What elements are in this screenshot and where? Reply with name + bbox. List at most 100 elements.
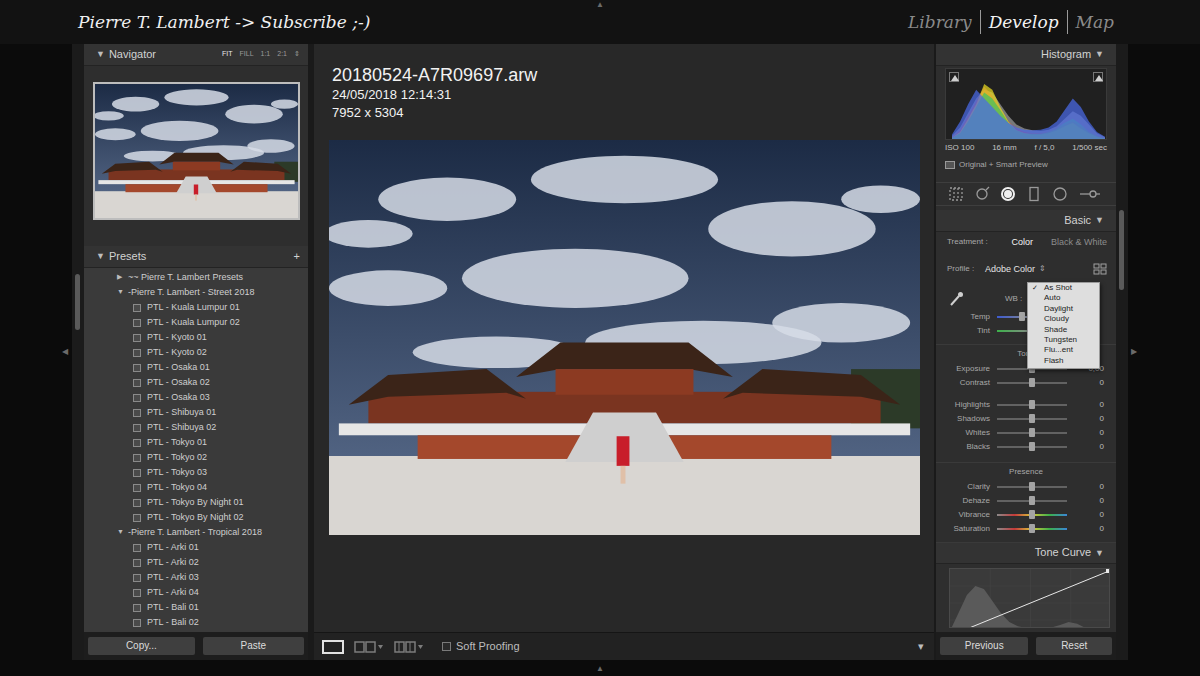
shadow-clipping-icon[interactable]: [949, 72, 959, 82]
crop-tool-icon[interactable]: [948, 186, 964, 202]
tone-curve-plot[interactable]: [950, 569, 1110, 628]
expand-toggle[interactable]: ▼: [117, 288, 128, 296]
collapse-right-icon[interactable]: ▶: [1131, 348, 1137, 356]
collapse-left-icon[interactable]: ◀: [62, 348, 68, 356]
before-after-view-icon[interactable]: [354, 640, 384, 654]
preset-item[interactable]: PTL - Arki 01: [84, 540, 308, 555]
slider-value[interactable]: 0: [1067, 496, 1116, 506]
menu-item[interactable]: Tungsten: [1028, 335, 1099, 345]
white-balance-menu[interactable]: ✓As ShotAutoDaylightCloudyShadeTungstenF…: [1027, 282, 1100, 369]
tone-curve-header[interactable]: Tone Curve▼: [936, 542, 1116, 564]
slider-track[interactable]: [997, 382, 1067, 384]
expand-toggle[interactable]: ▼: [117, 528, 128, 536]
slider-value[interactable]: 0: [1067, 414, 1116, 424]
preset-item[interactable]: PTL - Bali 02: [84, 615, 308, 630]
profile-picker-arrow[interactable]: ⇕: [1039, 264, 1046, 274]
module-tab[interactable]: Library: [900, 10, 980, 34]
slider-value[interactable]: 0: [1067, 428, 1116, 438]
profile-picker[interactable]: Adobe Color: [985, 264, 1035, 275]
zoom-option[interactable]: 2:1: [277, 50, 287, 58]
navigator-image[interactable]: [93, 82, 300, 220]
preset-item[interactable]: PTL - Tokyo 04: [84, 480, 308, 495]
presets-header[interactable]: ▼Presets+: [84, 246, 308, 268]
collapse-toggle[interactable]: ▼: [1091, 548, 1108, 559]
slider-track[interactable]: [997, 432, 1067, 434]
tone-curve-chart[interactable]: [949, 568, 1110, 628]
preset-item[interactable]: PTL - Osaka 03: [84, 390, 308, 405]
slider-handle[interactable]: [1029, 482, 1035, 491]
slider-handle[interactable]: [1029, 400, 1035, 409]
preset-item[interactable]: PTL - Arki 02: [84, 555, 308, 570]
highlight-clipping-icon[interactable]: [1093, 72, 1103, 82]
profile-browser-icon[interactable]: [1093, 263, 1107, 275]
slider-track[interactable]: [997, 404, 1067, 406]
preset-item[interactable]: PTL - Osaka 01: [84, 360, 308, 375]
scrollbar-icon[interactable]: [75, 274, 80, 330]
slider-handle[interactable]: [1029, 496, 1035, 505]
slider-value[interactable]: 0: [1067, 524, 1116, 534]
basic-header[interactable]: Basic▼: [936, 210, 1116, 232]
collapse-top-icon[interactable]: ▲: [596, 1, 604, 9]
reset-button[interactable]: Reset: [1036, 637, 1112, 655]
collapse-toggle[interactable]: ▼: [1091, 215, 1108, 226]
brush-tool-icon[interactable]: [1078, 186, 1102, 202]
collapse-toggle[interactable]: ▼: [92, 251, 109, 262]
scrollbar-icon[interactable]: [1119, 210, 1124, 290]
before-after-split-view-icon[interactable]: [394, 640, 424, 654]
preset-item[interactable]: PTL - Tokyo 03: [84, 465, 308, 480]
graduated-tool-icon[interactable]: [1026, 186, 1042, 202]
slider-handle[interactable]: [1019, 312, 1025, 321]
preset-folder[interactable]: ▼-Pierre T. Lambert - Street 2018: [84, 285, 308, 300]
zoom-option[interactable]: 1:1: [261, 50, 271, 58]
slider-value[interactable]: 0: [1067, 442, 1116, 452]
slider-handle[interactable]: [1029, 510, 1035, 519]
toolbar-menu[interactable]: ▾: [918, 640, 924, 653]
view-mode-button[interactable]: [394, 640, 424, 654]
view-mode-button[interactable]: [322, 640, 344, 654]
menu-item[interactable]: Flu...ent: [1028, 345, 1099, 355]
preset-item[interactable]: PTL - Tokyo By Night 02: [84, 510, 308, 525]
slider-handle[interactable]: [1029, 442, 1035, 451]
soft-proofing-checkbox[interactable]: [442, 642, 451, 651]
loupe-view-icon[interactable]: [322, 640, 344, 654]
menu-item[interactable]: Daylight: [1028, 304, 1099, 314]
menu-item[interactable]: ✓As Shot: [1028, 283, 1099, 293]
slider-handle[interactable]: [1029, 524, 1035, 533]
collapse-bottom-icon[interactable]: ▲: [596, 665, 604, 673]
slider-value[interactable]: 0: [1067, 482, 1116, 492]
spot-tool-icon[interactable]: [974, 186, 990, 202]
expand-toggle[interactable]: ▶: [117, 273, 128, 281]
menu-item[interactable]: Auto: [1028, 293, 1099, 303]
soft-proofing-toggle[interactable]: Soft Proofing: [442, 640, 520, 653]
slider-track[interactable]: [997, 446, 1067, 448]
preset-item[interactable]: PTL - Shibuya 01: [84, 405, 308, 420]
slider-handle[interactable]: [1029, 378, 1035, 387]
preset-item[interactable]: PTL - Osaka 02: [84, 375, 308, 390]
preset-item[interactable]: PTL - Kyoto 01: [84, 330, 308, 345]
menu-item[interactable]: Cloudy: [1028, 314, 1099, 324]
histogram-header[interactable]: Histogram▼: [936, 44, 1116, 66]
zoom-menu[interactable]: ⇕: [294, 50, 300, 58]
menu-item[interactable]: Shade: [1028, 325, 1099, 335]
preset-item[interactable]: PTL - Tokyo By Night 01: [84, 495, 308, 510]
slider-value[interactable]: 0: [1067, 510, 1116, 520]
slider-track[interactable]: [997, 486, 1067, 488]
copy-button[interactable]: Copy...: [88, 637, 195, 655]
paste-button[interactable]: Paste: [203, 637, 304, 655]
add-preset-button[interactable]: +: [294, 250, 300, 263]
preset-item[interactable]: PTL - Shibuya 02: [84, 420, 308, 435]
preset-item[interactable]: PTL - Kuala Lumpur 02: [84, 315, 308, 330]
collapse-toggle[interactable]: ▼: [92, 49, 109, 60]
slider-value[interactable]: 0: [1067, 378, 1116, 388]
eyedropper-icon[interactable]: [947, 290, 965, 308]
previous-button[interactable]: Previous: [940, 637, 1028, 655]
navigator-header[interactable]: ▼NavigatorFITFILL1:12:1⇕: [84, 44, 308, 66]
slider-handle[interactable]: [1029, 428, 1035, 437]
slider-track[interactable]: [997, 500, 1067, 502]
zoom-option[interactable]: FILL: [240, 50, 254, 58]
preset-item[interactable]: PTL - Tokyo 02: [84, 450, 308, 465]
treatment-option[interactable]: Black & White: [1051, 237, 1107, 248]
collapse-toggle[interactable]: ▼: [1091, 49, 1108, 60]
radial-tool-icon[interactable]: [1052, 186, 1068, 202]
preset-folder[interactable]: ▼-Pierre T. Lambert - Tropical 2018: [84, 525, 308, 540]
